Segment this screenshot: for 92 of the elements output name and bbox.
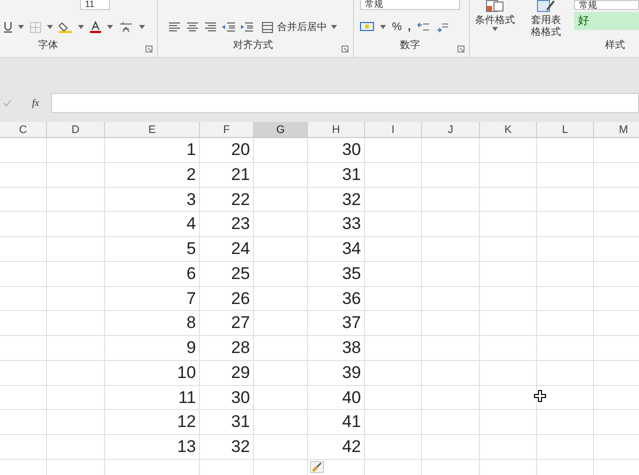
- decrease-indent-icon[interactable]: [222, 22, 235, 32]
- align-center-icon[interactable]: [186, 22, 199, 32]
- dialog-launcher-icon[interactable]: [341, 45, 349, 53]
- dialog-launcher-icon[interactable]: [145, 45, 153, 53]
- table-cell: 31: [308, 162, 365, 186]
- table-cell: 26: [200, 286, 254, 310]
- currency-icon[interactable]: [360, 22, 374, 32]
- fill-color-icon[interactable]: [59, 21, 72, 33]
- table-cell: 1: [105, 138, 200, 162]
- table-cell: 39: [308, 360, 365, 384]
- caret-icon: [380, 25, 386, 29]
- table-cell: 32: [308, 188, 365, 212]
- table-cell: 31: [200, 410, 254, 434]
- format-as-table-button[interactable]: 套用表格格式: [520, 0, 572, 57]
- good-style-cell[interactable]: 好: [574, 12, 639, 30]
- increase-indent-icon[interactable]: [240, 22, 253, 32]
- group-label: 数字: [400, 38, 420, 53]
- caret-icon: [47, 25, 53, 29]
- table-cell: 37: [308, 311, 365, 335]
- underline-icon[interactable]: [4, 22, 12, 32]
- cursor-crosshair-icon: [534, 390, 546, 402]
- table-cell: 7: [105, 286, 200, 310]
- column-header[interactable]: I: [365, 122, 422, 137]
- table-cell: 29: [200, 360, 254, 384]
- table-cell: 21: [200, 162, 254, 186]
- comma-button[interactable]: ,: [408, 18, 411, 36]
- column-header[interactable]: E: [105, 122, 200, 137]
- font-color-icon[interactable]: [90, 21, 101, 33]
- insert-function-button[interactable]: fx: [32, 96, 40, 110]
- merge-center-button[interactable]: 合并后居中: [262, 20, 337, 34]
- merge-cells-icon: [262, 22, 273, 32]
- table-brush-icon: [537, 0, 555, 12]
- formula-input[interactable]: [51, 93, 639, 113]
- table-cell: 41: [308, 410, 365, 434]
- group-label: 样式: [605, 38, 625, 53]
- table-cell: 38: [308, 336, 365, 360]
- table-cell: 2: [105, 162, 200, 186]
- align-right-icon[interactable]: [204, 22, 217, 32]
- align-left-icon[interactable]: [168, 22, 181, 32]
- paste-options-icon[interactable]: [310, 461, 324, 473]
- column-header[interactable]: L: [537, 122, 594, 137]
- table-cell: 13: [105, 435, 200, 459]
- column-header[interactable]: D: [47, 122, 105, 137]
- column-header[interactable]: M: [594, 122, 639, 137]
- caret-icon: [107, 25, 113, 29]
- table-cell: 8: [105, 311, 200, 335]
- table-cell: 34: [308, 237, 365, 261]
- increase-decimal-icon[interactable]: [416, 22, 430, 32]
- enter-check-icon[interactable]: [3, 99, 12, 107]
- column-header[interactable]: J: [422, 122, 480, 137]
- group-label: 字体: [38, 38, 58, 53]
- caret-icon: [78, 25, 84, 29]
- decrease-decimal-icon[interactable]: [436, 22, 449, 32]
- caret-icon: [492, 27, 498, 31]
- phonetic-guide-icon[interactable]: [119, 20, 133, 34]
- table-cell: 27: [200, 311, 254, 335]
- column-header[interactable]: G: [254, 122, 308, 137]
- table-cell: 35: [308, 262, 365, 286]
- table-cell: 22: [200, 188, 254, 212]
- table-cell: 40: [308, 386, 365, 410]
- table-cell: 3: [105, 188, 200, 212]
- table-cell: 6: [105, 262, 200, 286]
- group-label: 对齐方式: [233, 38, 273, 53]
- table-cell: 33: [308, 212, 365, 236]
- table-cell: 32: [200, 435, 254, 459]
- table-cell: 28: [200, 336, 254, 360]
- percent-button[interactable]: %: [392, 18, 402, 36]
- caret-icon: [18, 25, 24, 29]
- table-cell: 12: [105, 410, 200, 434]
- table-cell: 25: [200, 262, 254, 286]
- dialog-launcher-icon[interactable]: [457, 45, 465, 53]
- table-cell: 36: [308, 286, 365, 310]
- table-cell: 24: [200, 237, 254, 261]
- font-size-field[interactable]: 11: [80, 0, 110, 10]
- table-cell: 9: [105, 336, 200, 360]
- table-cell: 20: [200, 138, 254, 162]
- table-cell: 30: [200, 386, 254, 410]
- caret-icon: [331, 25, 337, 29]
- table-cell: 30: [308, 138, 365, 162]
- table-cell: 23: [200, 212, 254, 236]
- table-cell: 10: [105, 360, 200, 384]
- borders-icon[interactable]: [30, 22, 41, 32]
- column-header[interactable]: K: [480, 122, 537, 137]
- table-cell: 42: [308, 435, 365, 459]
- caret-icon: [139, 25, 145, 29]
- conditional-format-button[interactable]: 条件格式: [470, 0, 520, 57]
- table-cell: 5: [105, 237, 200, 261]
- table-cell: 11: [105, 386, 200, 410]
- column-header[interactable]: C: [0, 122, 47, 137]
- table-cell: 4: [105, 212, 200, 236]
- column-header[interactable]: H: [308, 122, 365, 137]
- normal-style-cell[interactable]: 常规: [574, 0, 639, 10]
